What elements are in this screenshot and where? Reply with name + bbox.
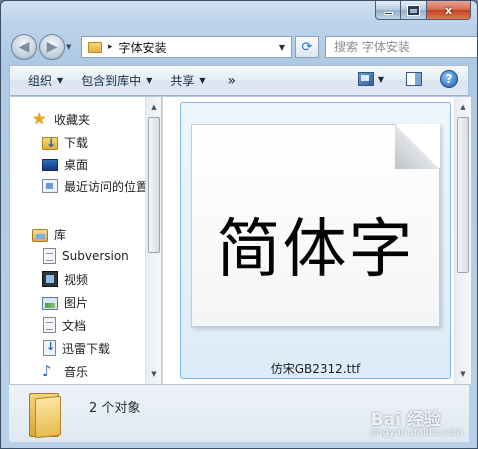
close-icon: x [444,3,453,17]
document-library-icon [43,317,56,333]
desktop-icon [42,159,58,171]
nav-item-label: 桌面 [64,157,89,172]
nav-favorites[interactable]: ★ 收藏夹 [32,109,90,129]
watermark-logo: Bai 经验 jingyan.baidu.com [371,405,463,438]
nav-item-downloads[interactable]: 下载 [42,132,88,152]
command-bar: 组织 ▼ 包含到库中 ▼ 共享 ▼ » ▼ ? [9,65,469,96]
share-label: 共享 [170,74,195,88]
navigation-pane: ★ 收藏夹 下载 桌面 最近访问的位置 库 Subversion 视频 [9,97,161,384]
file-name-label: 仿宋GB2312.ttf [270,362,361,376]
download-library-icon [43,340,56,356]
nav-item-label: Subversion [62,249,129,263]
back-arrow-icon: ◀ [18,39,30,55]
chevron-right-icon[interactable]: ▸ [108,42,113,52]
details-pane: 2 个对象 Bai 经验 jingyan.baidu.com [9,384,469,442]
back-button[interactable]: ◀ [11,34,37,60]
help-icon[interactable]: ? [440,70,458,88]
scroll-down-icon[interactable]: ▼ [455,366,471,382]
nav-item-label: 最近访问的位置 [64,179,149,194]
explorer-window: x ◀ ▶ ▼ ▸ 字体安装 ▼ ⟳ ⚲ 组织 ▼ 包含到库中 ▼ 共享 ▼ » [0,0,478,449]
folder-icon [88,41,102,53]
nav-item-thunder-downloads[interactable]: 迅雷下载 [42,338,110,358]
page-fold-corner [396,124,440,168]
minimize-button[interactable] [375,1,401,20]
nav-pane-scroll-thumb[interactable] [148,117,160,253]
watermark-sub: jingyan.baidu.com [370,427,463,438]
folder-front [35,395,61,439]
nav-item-recent-places[interactable]: 最近访问的位置 [42,176,148,196]
preview-pane-icon[interactable] [406,72,422,86]
nav-item-label: 迅雷下载 [62,341,111,356]
change-view-icon[interactable] [357,72,374,86]
recent-places-icon [42,179,58,193]
scroll-down-icon[interactable]: ▼ [146,366,161,382]
scroll-up-icon[interactable]: ▲ [455,99,471,115]
file-item-selected[interactable]: 简体字 仿宋GB2312.ttf [180,102,451,379]
nav-item-label: 音乐 [64,364,89,379]
nav-libraries[interactable]: 库 [32,224,66,244]
maximize-button[interactable] [401,1,427,20]
organize-label: 组织 [28,74,53,88]
nav-item-videos[interactable]: 视频 [42,269,88,289]
content-scrollbar[interactable]: ▲ ▼ [454,97,471,384]
video-library-icon [42,271,58,287]
more-commands-button[interactable]: » [228,73,237,89]
nav-favorites-label: 收藏夹 [54,112,91,127]
organize-button[interactable]: 组织 ▼ [28,72,63,89]
folder-icon [29,393,65,439]
chevron-down-icon: ▼ [199,76,206,85]
nav-item-subversion[interactable]: Subversion [42,246,129,266]
star-icon: ★ [32,109,47,128]
document-library-icon [43,248,56,264]
include-in-library-button[interactable]: 包含到库中 ▼ [81,72,152,89]
share-button[interactable]: 共享 ▼ [170,72,205,89]
music-note-icon: ♪ [42,362,52,380]
scroll-up-icon[interactable]: ▲ [146,99,161,115]
picture-library-icon [42,296,58,310]
chevron-down-icon[interactable]: ▼ [279,43,285,52]
forward-arrow-icon: ▶ [46,39,58,55]
refresh-button[interactable]: ⟳ [295,36,319,58]
library-icon [32,228,48,242]
item-count-text: 2 个对象 [89,401,141,416]
search-input[interactable] [334,38,477,56]
file-list-pane: 简体字 仿宋GB2312.ttf ▲ ▼ [162,97,471,384]
nav-item-label: 文档 [62,318,87,333]
search-box[interactable]: ⚲ [325,36,477,58]
address-bar[interactable]: ▸ 字体安装 ▼ [81,36,292,58]
nav-item-label: 视频 [64,272,89,287]
view-controls: ▼ ? [357,70,458,88]
include-in-library-label: 包含到库中 [81,74,142,88]
refresh-icon: ⟳ [301,39,313,55]
font-preview-glyphs: 简体字 [216,213,415,287]
content-scroll-thumb[interactable] [457,117,469,273]
nav-libraries-label: 库 [54,227,67,242]
font-file-thumbnail: 简体字 [191,124,440,327]
nav-item-documents[interactable]: 文档 [42,315,86,335]
nav-item-label: 图片 [64,295,89,310]
address-row: ◀ ▶ ▼ ▸ 字体安装 ▼ ⟳ ⚲ [11,33,477,61]
minimize-icon [383,11,393,15]
nav-item-music[interactable]: ♪ 音乐 [42,361,88,381]
downloads-folder-icon [42,136,58,150]
close-button[interactable]: x [427,1,471,20]
chevron-down-icon: ▼ [57,76,64,85]
nav-item-desktop[interactable]: 桌面 [42,154,88,174]
maximize-icon [407,4,420,16]
recent-pages-dropdown[interactable]: ▼ [66,43,76,51]
nav-pane-scrollbar[interactable]: ▲ ▼ [145,97,161,384]
address-path[interactable]: 字体安装 [119,39,279,56]
forward-button[interactable]: ▶ [39,34,65,60]
caption-buttons: x [375,1,471,21]
chevron-down-icon[interactable]: ▼ [378,75,384,84]
nav-item-pictures[interactable]: 图片 [42,292,88,312]
nav-item-label: 下载 [64,135,89,150]
chevron-down-icon: ▼ [146,76,153,85]
